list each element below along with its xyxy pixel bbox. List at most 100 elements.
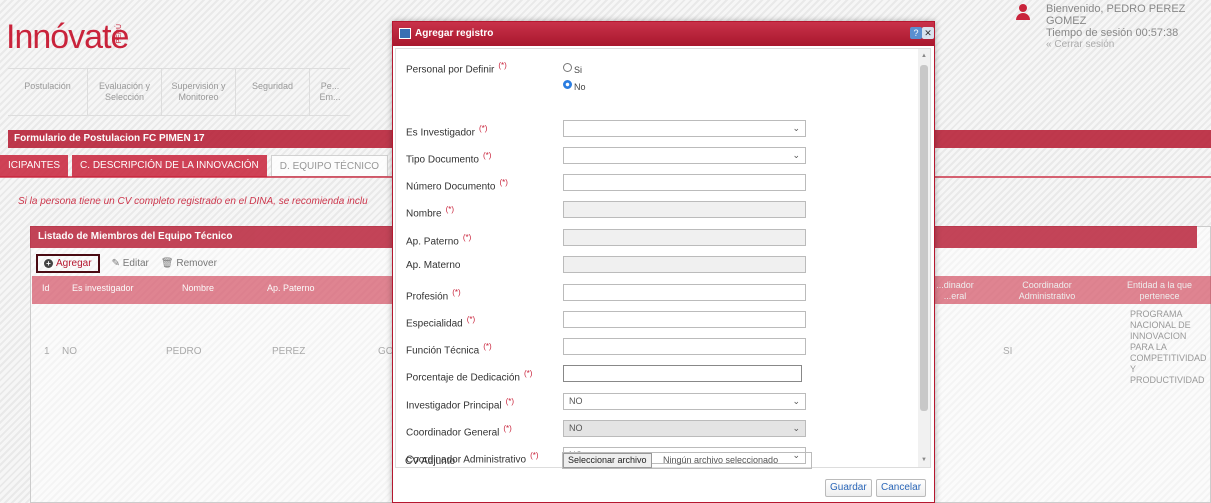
- add-label: Agregar: [56, 258, 92, 269]
- cv-note: Si la persona tiene un CV completo regis…: [18, 196, 368, 207]
- cv-file-input: Seleccionar archivo Ningún archivo selec…: [562, 452, 812, 469]
- form-tabs: ICIPANTES C. DESCRIPCIÓN DE LA INNOVACIÓ…: [0, 155, 419, 177]
- funcion-tecnica-input[interactable]: [563, 338, 806, 355]
- th-nombre: Nombre: [182, 283, 215, 293]
- cell-entidad: PROGRAMA NACIONAL DE INNOVACION PARA LA …: [1130, 309, 1207, 385]
- remove-label: Remover: [176, 258, 217, 269]
- radio-si-icon: [563, 62, 572, 72]
- cell-ap-paterno: PEREZ: [272, 346, 306, 357]
- cancel-button[interactable]: Cancelar: [876, 479, 927, 497]
- plus-icon: +: [44, 259, 53, 268]
- required-mark: (*): [483, 342, 492, 351]
- th-id: Id: [42, 283, 50, 293]
- ap-materno-input: [563, 256, 806, 273]
- label-numero-documento: Número Documento: [406, 181, 496, 193]
- logout-link[interactable]: « Cerrar sesión: [1046, 39, 1211, 51]
- required-mark: (*): [503, 424, 512, 433]
- remove-button[interactable]: 🗑 Remover: [161, 258, 217, 269]
- dialog-title: Agregar registro: [415, 28, 494, 39]
- select-file-button[interactable]: Seleccionar archivo: [563, 453, 652, 468]
- radio-no[interactable]: No: [563, 76, 586, 92]
- especialidad-input[interactable]: [563, 311, 806, 328]
- th-ap-paterno: Ap. Paterno: [267, 283, 315, 293]
- edit-button[interactable]: ✎ Editar: [112, 258, 149, 269]
- coordinador-general-select[interactable]: NO ⌄: [563, 420, 806, 437]
- nav-item-supervision[interactable]: Supervisión y Monitoreo: [162, 69, 236, 115]
- field-porcentaje: Porcentaje de Dedicación (*): [406, 365, 826, 385]
- field-coordinador-general: Coordinador General (*) NO ⌄: [406, 420, 826, 440]
- label-investigador-principal: Investigador Principal: [406, 400, 502, 412]
- required-mark: (*): [478, 124, 488, 133]
- field-especialidad: Especialidad (*): [406, 311, 826, 331]
- th-entidad: Entidad a la que pertenece: [1126, 280, 1193, 301]
- scroll-thumb[interactable]: [920, 65, 928, 411]
- scroll-up-icon[interactable]: ▲: [920, 52, 928, 60]
- required-mark: (*): [523, 369, 533, 378]
- chevron-down-icon: ⌄: [792, 150, 800, 160]
- tab-participantes[interactable]: ICIPANTES: [0, 155, 69, 177]
- investigador-principal-select[interactable]: NO ⌄: [563, 393, 806, 410]
- cell-investigador: NO: [62, 346, 77, 357]
- field-tipo-documento: Tipo Documento (*) ⌄: [406, 147, 826, 167]
- cell-id: 1: [44, 346, 50, 357]
- logout-label: Cerrar sesión: [1054, 39, 1115, 50]
- app-logo: Innóvate: [6, 18, 129, 56]
- cell-coord-admin: SI: [1003, 346, 1013, 357]
- help-icon[interactable]: ?: [910, 27, 922, 39]
- dialog-footer: Guardar Cancelar: [393, 472, 934, 502]
- save-button[interactable]: Guardar: [825, 479, 872, 497]
- porcentaje-input[interactable]: [563, 365, 802, 382]
- field-es-investigador: Es Investigador (*) ⌄: [406, 120, 826, 140]
- th-coord-general: ...dinador ...eral: [936, 280, 974, 301]
- nav-item-evaluacion[interactable]: Evaluación y Selección: [88, 69, 162, 115]
- th-investigador: Es investigador: [72, 283, 134, 293]
- nav-item-partial[interactable]: Pe... Em...: [310, 69, 350, 115]
- es-investigador-select[interactable]: ⌄: [563, 120, 806, 137]
- required-mark: (*): [499, 178, 508, 187]
- chevron-down-icon: ⌄: [792, 423, 800, 433]
- dialog-titlebar: Agregar registro: [393, 22, 934, 46]
- nav-item-postulacion[interactable]: Postulación: [8, 69, 88, 115]
- session-time: Tiempo de sesión 00:57:38: [1046, 27, 1179, 39]
- radio-no-label: No: [574, 82, 586, 92]
- field-ap-paterno: Ap. Paterno (*): [406, 229, 826, 249]
- field-ap-materno: Ap. Materno: [406, 256, 826, 276]
- label-nombre: Nombre: [406, 208, 442, 220]
- user-info: Bienvenido, PEDRO PEREZ GOMEZ Tiempo de …: [1046, 3, 1211, 51]
- label-tipo-documento: Tipo Documento: [406, 154, 479, 166]
- label-ap-paterno: Ap. Paterno: [406, 236, 459, 248]
- label-personal: Personal por Definir: [406, 64, 495, 76]
- nav-item-seguridad[interactable]: Seguridad: [236, 69, 310, 115]
- field-numero-documento: Número Documento (*): [406, 174, 826, 194]
- ap-paterno-input: [563, 229, 806, 246]
- scroll-down-icon[interactable]: ▼: [920, 456, 928, 464]
- radio-si[interactable]: Si: [563, 59, 582, 75]
- radio-no-icon: [563, 79, 572, 89]
- investigador-principal-value: NO: [569, 396, 583, 406]
- app-logo-sub: PERÚ: [116, 24, 123, 44]
- profesion-input[interactable]: [563, 284, 806, 301]
- required-mark: (*): [505, 397, 515, 406]
- dialog-body: Personal por Definir (*) Si No Es Investi…: [395, 48, 931, 468]
- user-icon: [1016, 4, 1030, 20]
- tipo-documento-select[interactable]: ⌄: [563, 147, 806, 164]
- radio-si-label: Si: [574, 65, 583, 75]
- field-nombre: Nombre (*): [406, 201, 826, 221]
- label-ap-materno: Ap. Materno: [406, 260, 461, 271]
- chevron-down-icon: ⌄: [792, 396, 800, 406]
- field-personal-por-definir: Personal por Definir (*): [406, 57, 906, 77]
- tab-descripcion[interactable]: C. DESCRIPCIÓN DE LA INNOVACIÓN: [72, 155, 267, 177]
- tab-equipo-tecnico[interactable]: D. EQUIPO TÉCNICO: [270, 155, 389, 177]
- required-mark: (*): [462, 233, 472, 242]
- edit-label: Editar: [122, 258, 149, 269]
- dialog-scrollbar[interactable]: ▲ ▼: [918, 49, 930, 467]
- required-mark: (*): [445, 205, 455, 214]
- add-button[interactable]: + Agregar: [36, 254, 100, 273]
- required-mark: (*): [498, 61, 507, 70]
- close-icon[interactable]: ✕: [922, 27, 934, 39]
- numero-documento-input[interactable]: [563, 174, 806, 191]
- label-especialidad: Especialidad: [406, 318, 463, 330]
- window-icon: [399, 28, 411, 39]
- chevron-down-icon: ⌄: [792, 123, 800, 133]
- label-es-investigador: Es Investigador: [406, 127, 475, 139]
